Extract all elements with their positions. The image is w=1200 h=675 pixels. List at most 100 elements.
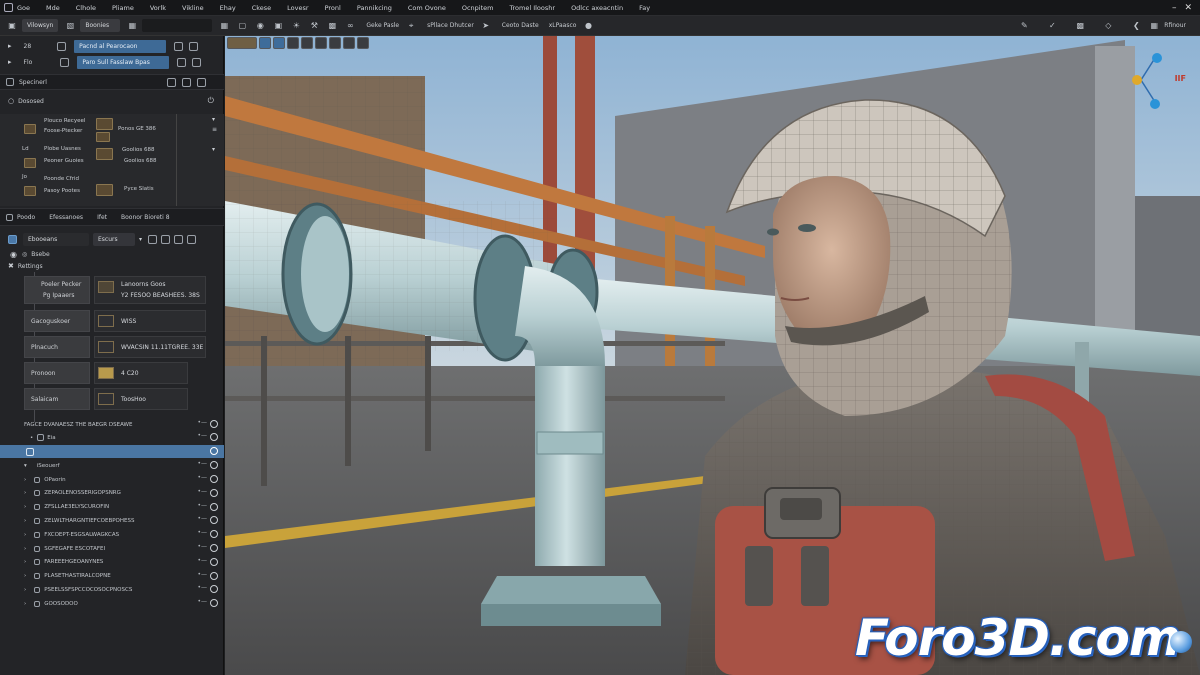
layers-icon[interactable]: ▢ xyxy=(236,20,248,32)
menu-item-2[interactable]: Clhole xyxy=(76,4,96,12)
outliner-header[interactable]: FAGCE DVANAESZ THE BAEGR DSEAWE •— xyxy=(0,418,224,431)
outliner-expand-icon[interactable]: › xyxy=(24,504,26,510)
chat-icon[interactable]: ◇ xyxy=(1102,20,1114,32)
dropdown-icon-0[interactable]: ▾ xyxy=(212,116,215,123)
tab-boonor[interactable]: Boonor Bioreti 8 xyxy=(121,214,170,221)
eye-icon-sub[interactable] xyxy=(210,433,218,441)
more-icon[interactable]: •— xyxy=(197,419,207,426)
prop-value-3[interactable]: 4 C20 xyxy=(94,362,188,384)
outliner-group[interactable]: ▾ iSeouerf •— xyxy=(0,459,224,472)
toggle-icon-2[interactable] xyxy=(60,57,70,67)
outliner-sub[interactable]: • Eia •— xyxy=(0,431,224,444)
settings-icon[interactable] xyxy=(197,77,206,87)
dropdown-chevron-icon[interactable]: ▾ xyxy=(139,236,142,243)
outliner-item[interactable]: › FXCOEPT-ESGSALWAGKCAS •— xyxy=(0,528,224,541)
back-icon[interactable]: ❮ xyxy=(1130,20,1142,32)
outliner-expand-icon[interactable]: › xyxy=(24,559,26,565)
menu-item-7[interactable]: Ckese xyxy=(252,4,271,12)
view-field[interactable]: Boonies xyxy=(80,19,121,32)
refresh-icon[interactable] xyxy=(182,77,191,87)
gizmo-x-handle[interactable] xyxy=(1132,75,1142,85)
close-small-icon[interactable]: ● xyxy=(582,20,594,32)
toolbar-user-label[interactable]: Rfinour xyxy=(1164,22,1186,29)
outliner-item[interactable]: › ZELWLTHARGNTIEFCOEBPOHESS •— xyxy=(0,514,224,527)
outliner-selected-row[interactable] xyxy=(0,445,224,458)
prop-value-1[interactable]: WISS xyxy=(94,310,206,332)
outliner-eye-icon[interactable] xyxy=(210,585,218,594)
object-type-icon[interactable] xyxy=(8,234,17,244)
tab-efessanoes[interactable]: Efessanoes xyxy=(49,214,83,221)
wrench-icon[interactable]: ⚒ xyxy=(308,20,320,32)
scene-root-row[interactable]: ◉ ◎ Bsebe xyxy=(0,248,224,260)
viewport-mode-button[interactable] xyxy=(227,37,257,49)
filter-icon[interactable] xyxy=(167,77,176,87)
menu-item-10[interactable]: Pannikcing xyxy=(357,4,392,12)
outliner-item[interactable]: › FAREEEHGEOANYNES •— xyxy=(0,556,224,569)
check-icon[interactable]: ✓ xyxy=(1046,20,1058,32)
expand-icon-2[interactable]: ▸ xyxy=(8,58,12,66)
property-search-input[interactable]: Ebooeans xyxy=(23,232,89,246)
outliner-expand-icon[interactable]: › xyxy=(24,518,26,524)
outliner-more-icon[interactable]: •— xyxy=(197,529,207,536)
group-expand-icon[interactable]: ▾ xyxy=(24,463,27,469)
link-icon[interactable]: ∞ xyxy=(344,20,356,32)
expand-icon[interactable]: ▸ xyxy=(8,42,12,50)
menu-item-12[interactable]: Ocnpitem xyxy=(462,4,494,12)
tab-poodo[interactable]: Poodo xyxy=(17,214,35,221)
more-icon-3[interactable]: •— xyxy=(197,460,207,467)
expand-panel-icon[interactable] xyxy=(187,234,197,244)
menu-item-0[interactable]: Goe xyxy=(17,4,30,12)
asset-item-1[interactable]: Ld Plobe Uasnes Peoner Guoies Goolios 68… xyxy=(0,144,224,172)
bookmark-icon[interactable]: ▦ xyxy=(1148,20,1160,32)
property-dropdown[interactable]: Escurs xyxy=(93,232,135,246)
tool-button-3[interactable] xyxy=(287,37,299,49)
gizmo-y-handle[interactable] xyxy=(1152,53,1162,63)
options-icon[interactable] xyxy=(161,234,171,244)
outliner-expand-icon[interactable]: › xyxy=(24,573,26,579)
outliner-expand-icon[interactable]: › xyxy=(24,546,26,552)
toolbar-label-geke[interactable]: Geke Pasle xyxy=(366,22,399,29)
outliner-more-icon[interactable]: •— xyxy=(197,571,207,578)
menu-item-3[interactable]: Pliame xyxy=(112,4,134,12)
prop-value-2[interactable]: WVACSIN 11.11TGREE. 33E xyxy=(94,336,206,358)
workspace-field[interactable]: Vilowsyn xyxy=(22,19,59,32)
tool-button-8[interactable] xyxy=(357,37,369,49)
eye-icon-group[interactable] xyxy=(210,461,218,469)
outliner-expand-icon[interactable]: › xyxy=(24,587,26,593)
outliner-eye-icon[interactable] xyxy=(210,502,218,511)
toolbar-label-ceoto[interactable]: Ceoto Daste xyxy=(502,22,539,29)
copy-icon-2[interactable] xyxy=(177,57,187,67)
copy-icon[interactable] xyxy=(174,41,184,51)
sun-icon[interactable]: ☀ xyxy=(290,20,302,32)
outliner-more-icon[interactable]: •— xyxy=(197,515,207,522)
delete-icon-2[interactable] xyxy=(192,57,202,67)
3d-viewport[interactable]: IIF Foro3D.com xyxy=(225,36,1200,675)
menu-item-4[interactable]: Vorlk xyxy=(150,4,166,12)
menu-item-14[interactable]: Odlcc axeacntin xyxy=(571,4,623,12)
more-icon-2[interactable]: •— xyxy=(197,432,207,439)
outliner-eye-icon[interactable] xyxy=(210,516,218,525)
outliner-eye-icon[interactable] xyxy=(210,571,218,580)
outliner-item[interactable]: › SGFEGAFE ESCOTAFEI •— xyxy=(0,542,224,555)
toggle-icon[interactable] xyxy=(57,41,67,51)
dropdown-icon-1[interactable]: ▾ xyxy=(212,146,215,153)
outliner-expand-icon[interactable]: › xyxy=(24,532,26,538)
outliner-more-icon[interactable]: •— xyxy=(197,557,207,564)
camera-icon[interactable]: ▣ xyxy=(272,20,284,32)
eye-icon-selected[interactable] xyxy=(210,447,218,455)
collapse-icon[interactable]: ○ xyxy=(8,97,14,105)
eye-icon-header[interactable] xyxy=(210,420,218,428)
outliner-eye-icon[interactable] xyxy=(210,599,218,608)
prop-value-0[interactable]: Lanoorns Goos Y2 FESOO BEASHEES. 38S xyxy=(94,276,206,304)
outliner-item[interactable]: › OPaorin •— xyxy=(0,473,224,486)
outliner-eye-icon[interactable] xyxy=(210,488,218,497)
toolbar-label-xlp[interactable]: xLPaasco xyxy=(549,22,577,29)
outliner-expand-icon[interactable]: › xyxy=(24,490,26,496)
outliner-eye-icon[interactable] xyxy=(210,544,218,552)
outliner-item[interactable]: › ZFSLLAE3ELYSCUROFIN •— xyxy=(0,501,224,514)
pin-panel-icon[interactable] xyxy=(148,234,158,244)
menu-item-13[interactable]: Tromel Ilooshr xyxy=(509,4,555,12)
search-input[interactable] xyxy=(142,19,213,32)
power-icon[interactable]: ⏻ xyxy=(208,96,214,106)
outliner-more-icon[interactable]: •— xyxy=(197,488,207,495)
